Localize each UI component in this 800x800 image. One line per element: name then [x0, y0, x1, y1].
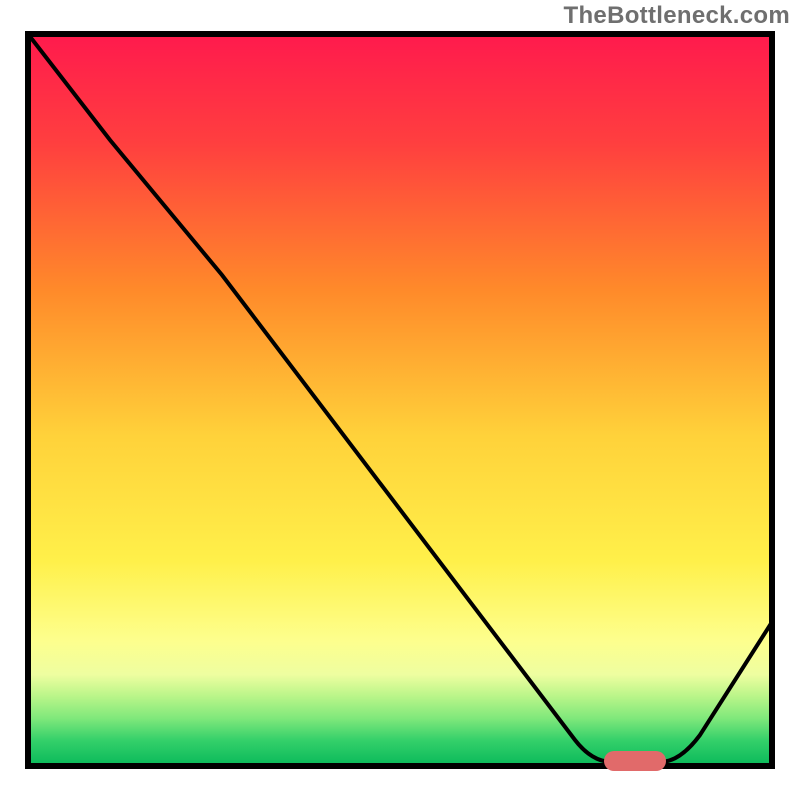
chart-frame: TheBottleneck.com — [0, 0, 800, 800]
optimal-marker — [604, 751, 666, 771]
attribution-label: TheBottleneck.com — [564, 2, 790, 30]
plot-area — [28, 34, 772, 771]
gradient-background — [28, 34, 772, 766]
bottleneck-curve-plot — [0, 0, 800, 800]
